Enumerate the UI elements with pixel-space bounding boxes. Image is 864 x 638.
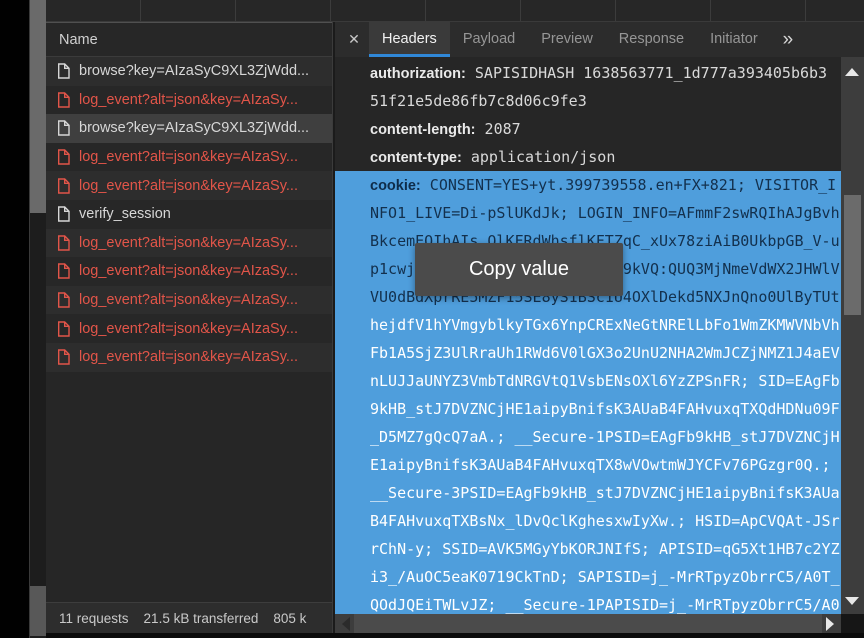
- cookie-line: QOdJQEiTWLvJZ; __Secure-1PAPISID=j_-MrRT…: [335, 591, 841, 614]
- header-line: content-type: application/json: [335, 143, 841, 171]
- scroll-up-arrow-icon[interactable]: [845, 68, 859, 76]
- header-name: content-length:: [370, 122, 476, 138]
- request-row[interactable]: log_event?alt=json&key=AIzaSy...: [46, 86, 332, 115]
- file-icon: [57, 235, 70, 251]
- header-value: application/json: [462, 148, 616, 166]
- header-value: SAPISIDHASH 1638563771_1d777a393405b6b3: [466, 64, 827, 82]
- cookie-header-selected[interactable]: cookie: CONSENT=YES+yt.399739558.en+FX+8…: [335, 171, 841, 614]
- request-row[interactable]: log_event?alt=json&key=AIzaSy...: [46, 143, 332, 172]
- resources-size: 805 k: [273, 611, 306, 626]
- request-row[interactable]: log_event?alt=json&key=AIzaSy...: [46, 286, 332, 315]
- cookie-line: _D5MZ7gQcQ7aA.; __Secure-1PSID=EAgFb9kHB…: [335, 423, 841, 451]
- transferred-size: 21.5 kB transferred: [144, 611, 259, 626]
- cookie-line: B4FAHvuxqTXBsNx_lDvQclKghesxwIyXw.; HSID…: [335, 507, 841, 535]
- cookie-line: Fb1A5SjZ3UlRraUh1RWd6V0lGX3o2UnU2NHA2WmJ…: [335, 339, 841, 367]
- tab-preview[interactable]: Preview: [528, 22, 606, 57]
- request-list: browse?key=AIzaSyC9XL3ZjWdd... log_event…: [46, 57, 332, 372]
- header-name: cookie:: [370, 178, 421, 194]
- file-icon: [57, 206, 70, 222]
- request-name: log_event?alt=json&key=AIzaSy...: [79, 292, 298, 308]
- context-menu-item-copy-value[interactable]: Copy value: [469, 258, 569, 281]
- request-row[interactable]: log_event?alt=json&key=AIzaSy...: [46, 314, 332, 343]
- request-name: browse?key=AIzaSyC9XL3ZjWdd...: [79, 63, 309, 79]
- scroll-right-arrow-icon[interactable]: [826, 617, 834, 631]
- request-count: 11 requests: [59, 611, 129, 626]
- request-name: verify_session: [79, 206, 171, 222]
- cookie-line: i3_/AuOC5eaK0719CkTnD; SAPISID=j_-MrRTpy…: [335, 563, 841, 591]
- file-icon: [57, 92, 70, 108]
- context-menu: Copy value: [415, 243, 623, 296]
- vertical-scrollbar[interactable]: [841, 57, 864, 614]
- more-tabs-icon[interactable]: »: [783, 22, 794, 57]
- vertical-scrollbar-thumb[interactable]: [844, 195, 861, 315]
- scrollbar-corner: [841, 614, 864, 634]
- network-overview-strip: [46, 0, 864, 22]
- page-scrollbar[interactable]: [29, 0, 47, 638]
- request-name: log_event?alt=json&key=AIzaSy...: [79, 178, 298, 194]
- devtools-network-panel: Name browse?key=AIzaSyC9XL3ZjWdd... log_…: [0, 0, 864, 638]
- header-line: authorization: SAPISIDHASH 1638563771_1d…: [335, 59, 841, 87]
- cookie-line: nLUJJaUNYZ3VmbTdNRGVtQ1VsbENsOXl6YzZPSnF…: [335, 367, 841, 395]
- cookie-line: cookie: CONSENT=YES+yt.399739558.en+FX+8…: [335, 171, 841, 199]
- file-icon: [57, 120, 70, 136]
- request-name: log_event?alt=json&key=AIzaSy...: [79, 149, 298, 165]
- tab-payload[interactable]: Payload: [450, 22, 528, 57]
- request-name: log_event?alt=json&key=AIzaSy...: [79, 92, 298, 108]
- headers-content: authorization: SAPISIDHASH 1638563771_1d…: [335, 57, 841, 614]
- scroll-down-arrow-icon[interactable]: [845, 597, 859, 605]
- request-row[interactable]: log_event?alt=json&key=AIzaSy...: [46, 229, 332, 258]
- horizontal-scrollbar[interactable]: [335, 614, 841, 634]
- header-line: content-length: 2087: [335, 115, 841, 143]
- tab-initiator[interactable]: Initiator: [697, 22, 771, 57]
- cookie-line: hejdfV1hYVmgyblkyTGx6YnpCRExNeGtNRElLbFo…: [335, 311, 841, 339]
- header-value: 2087: [476, 120, 521, 138]
- page-scrollbar-bottom-block[interactable]: [30, 586, 47, 636]
- cookie-line: NFO1_LIVE=Di-pSlUKdJk; LOGIN_INFO=AFmmF2…: [335, 199, 841, 227]
- header-name: content-type:: [370, 150, 462, 166]
- file-icon: [57, 178, 70, 194]
- request-row[interactable]: log_event?alt=json&key=AIzaSy...: [46, 343, 332, 372]
- request-row[interactable]: log_event?alt=json&key=AIzaSy...: [46, 257, 332, 286]
- request-name: log_event?alt=json&key=AIzaSy...: [79, 235, 298, 251]
- cookie-line: 9kHB_stJ7DVZNCjHE1aipyBnifsK3AUaB4FAHvux…: [335, 395, 841, 423]
- request-row[interactable]: log_event?alt=json&key=AIzaSy...: [46, 171, 332, 200]
- request-row[interactable]: verify_session: [46, 200, 332, 229]
- request-name: log_event?alt=json&key=AIzaSy...: [79, 349, 298, 365]
- request-name: log_event?alt=json&key=AIzaSy...: [79, 321, 298, 337]
- header-name: authorization:: [370, 66, 466, 82]
- page-background-sliver: [0, 0, 29, 638]
- request-details-panel: ✕ Headers Payload Preview Response Initi…: [333, 22, 864, 638]
- request-row[interactable]: browse?key=AIzaSyC9XL3ZjWdd...: [46, 57, 332, 86]
- header-line: 51f21e5de86fb7c8d06c9fe3: [335, 87, 841, 115]
- tab-headers[interactable]: Headers: [369, 22, 450, 57]
- file-icon: [57, 63, 70, 79]
- cookie-line: __Secure-3PSID=EAgFb9kHB_stJ7DVZNCjHE1ai…: [335, 479, 841, 507]
- request-list-panel: Name browse?key=AIzaSyC9XL3ZjWdd... log_…: [46, 22, 333, 638]
- cookie-line: rChN-y; SSID=AVK5MGyYbKORJNIfS; APISID=q…: [335, 535, 841, 563]
- file-icon: [57, 321, 70, 337]
- request-name: log_event?alt=json&key=AIzaSy...: [79, 263, 298, 279]
- file-icon: [57, 292, 70, 308]
- file-icon: [57, 349, 70, 365]
- request-row-selected[interactable]: browse?key=AIzaSyC9XL3ZjWdd...: [46, 114, 332, 143]
- horizontal-scrollbar-thumb[interactable]: [354, 614, 822, 634]
- header-value: 51f21e5de86fb7c8d06c9fe3: [370, 92, 587, 110]
- network-summary-bar: 11 requests 21.5 kB transferred 805 k: [46, 602, 332, 633]
- details-tab-bar: ✕ Headers Payload Preview Response Initi…: [335, 22, 864, 57]
- file-icon: [57, 263, 70, 279]
- file-icon: [57, 149, 70, 165]
- bottom-edge-strip: [46, 633, 864, 638]
- tab-response[interactable]: Response: [606, 22, 697, 57]
- request-name: browse?key=AIzaSyC9XL3ZjWdd...: [79, 120, 309, 136]
- scroll-left-arrow-icon[interactable]: [342, 617, 350, 631]
- cookie-line: E1aipyBnifsK3AUaB4FAHvuxqTX8wVOwtmWJYCFv…: [335, 451, 841, 479]
- close-icon[interactable]: ✕: [339, 22, 369, 57]
- page-scrollbar-thumb[interactable]: [30, 0, 47, 213]
- name-column-header[interactable]: Name: [46, 22, 332, 57]
